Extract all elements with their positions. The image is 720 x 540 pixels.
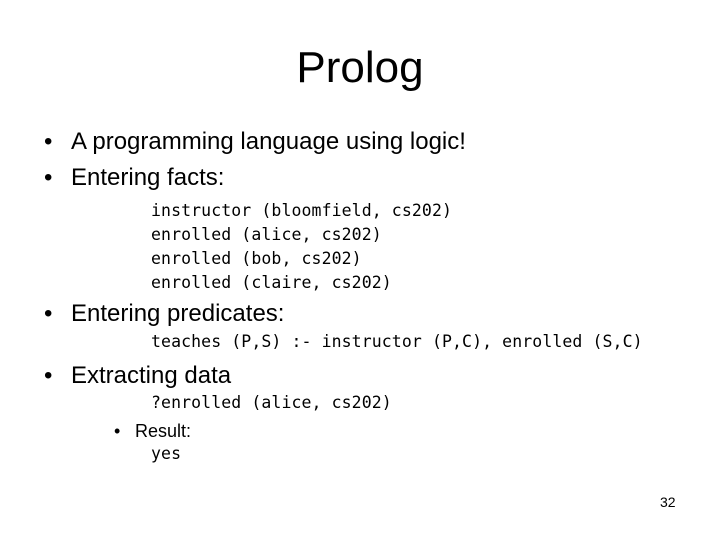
slide-title: Prolog [296,43,424,92]
result-label: Result: [135,421,192,441]
bullet-text: Entering predicates: [71,300,285,327]
bullet-icon: • [44,128,53,155]
bullet-item: • A programming language using logic! [44,128,466,156]
code-line-query: ?enrolled (alice, cs202) [151,393,392,412]
code-line-fact: enrolled (alice, cs202) [151,225,382,244]
bullet-icon: • [114,421,121,441]
bullet-icon: • [44,164,53,191]
bullet-text: A programming language using logic! [71,128,466,155]
code-line-fact: instructor (bloomfield, cs202) [151,201,453,220]
bullet-item: • Entering facts: [44,164,224,192]
bullet-icon: • [44,300,53,327]
code-line-result: yes [151,444,182,463]
code-line-fact: enrolled (bob, cs202) [151,249,362,268]
bullet-item: • Extracting data [44,362,231,390]
bullet-text: Entering facts: [71,164,225,191]
code-line-predicate: teaches (P,S) :- instructor (P,C), enrol… [151,332,643,351]
sub-bullet-item: • Result: [114,420,191,442]
bullet-item: • Entering predicates: [44,300,284,328]
page-number: 32 [660,494,676,510]
bullet-text: Extracting data [71,362,232,389]
code-line-fact: enrolled (claire, cs202) [151,273,392,292]
bullet-icon: • [44,362,53,389]
